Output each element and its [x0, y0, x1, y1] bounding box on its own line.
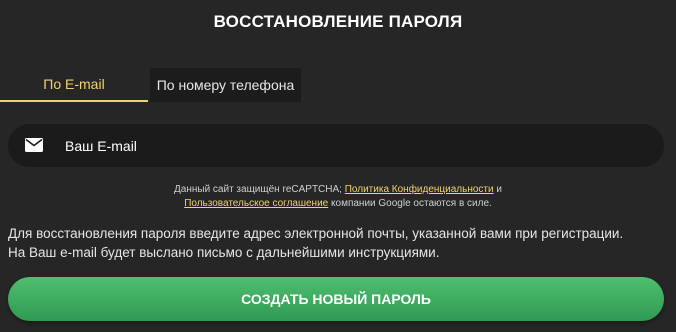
instructions-line-2: На Ваш e-mail будет выслано письмо с дал… [8, 245, 440, 260]
instructions-line-1: Для восстановления пароля введите адрес … [8, 226, 624, 241]
privacy-policy-link[interactable]: Политика Конфиденциальности [345, 184, 494, 195]
page-title: ВОССТАНОВЛЕНИЕ ПАРОЛЯ [213, 12, 463, 31]
email-field[interactable] [8, 124, 664, 167]
instructions-text: Для восстановления пароля введите адрес … [8, 224, 668, 262]
tab-email[interactable]: По E-mail [0, 68, 148, 102]
tab-phone[interactable]: По номеру телефона [150, 68, 301, 102]
email-input[interactable] [56, 124, 646, 167]
recaptcha-prefix: Данный сайт защищён reCAPTCHA; [174, 184, 342, 195]
create-new-password-button[interactable]: СОЗДАТЬ НОВЫЙ ПАРОЛЬ [8, 277, 664, 321]
recaptcha-notice: Данный сайт защищён reCAPTCHA; Политика … [0, 183, 676, 211]
recaptcha-suffix: компании Google остаются в силе. [331, 198, 492, 209]
terms-link[interactable]: Пользовательское соглашение [184, 198, 328, 209]
recaptcha-and: и [496, 184, 502, 195]
